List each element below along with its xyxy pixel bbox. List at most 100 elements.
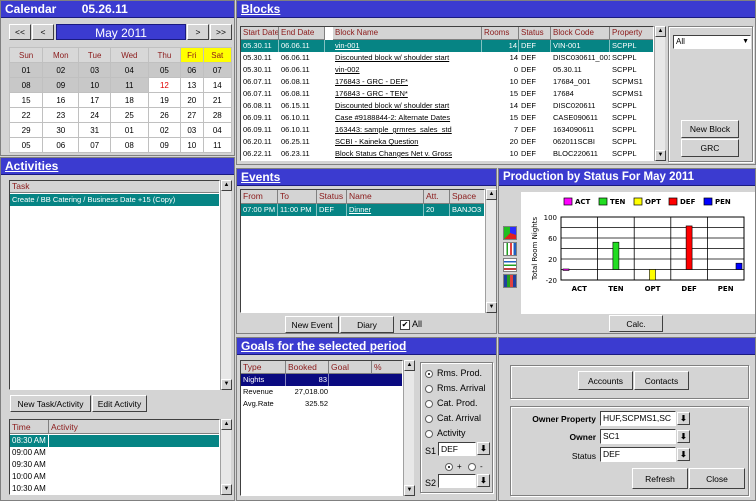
column-header[interactable]: % — [372, 361, 402, 374]
calendar-day[interactable]: 10 — [180, 137, 204, 153]
radio-icon[interactable] — [425, 429, 433, 438]
calendar-day[interactable]: 21 — [202, 92, 233, 108]
close-button[interactable]: Close — [689, 468, 745, 489]
block-row[interactable]: 06.07.11 06.08.11 176843 - GRC - DEF* 10 DEF… — [241, 76, 653, 88]
calendar-day[interactable]: 30 — [42, 122, 80, 138]
schedule-row[interactable]: 09:30 AM — [10, 459, 219, 471]
calendar-next-button[interactable]: > — [187, 24, 209, 40]
column-header[interactable]: Start Date — [241, 27, 279, 40]
radio-icon[interactable] — [425, 384, 433, 393]
calendar-day[interactable]: 20 — [180, 92, 204, 108]
block-row[interactable]: 06.08.11 06.15.11 Discounted block w/ shou… — [241, 100, 653, 112]
calendar-day[interactable]: 28 — [202, 107, 233, 123]
column-header[interactable]: Goal — [329, 361, 372, 374]
scroll-up-icon[interactable]: ▲ — [221, 180, 232, 191]
column-header[interactable]: Status — [519, 27, 551, 40]
goal-option-radio[interactable]: Cat. Arrival — [425, 413, 481, 423]
calendar-day[interactable]: 02 — [42, 62, 80, 78]
block-row[interactable]: 06.09.11 06.10.11 163443: sample_grmres_sa… — [241, 124, 653, 136]
calendar-day[interactable]: 14 — [202, 77, 233, 93]
bar-act[interactable] — [562, 268, 570, 271]
status-dropdown-button[interactable]: ⬇ — [677, 448, 690, 461]
blocks-scrollbar[interactable]: ▲ ▼ — [654, 26, 666, 161]
diary-button[interactable]: Diary — [340, 316, 394, 333]
calendar-day[interactable]: 17 — [78, 92, 111, 108]
goal-row[interactable]: Revenue 27,018.00 — [241, 386, 402, 398]
calendar-day[interactable]: 04 — [109, 62, 149, 78]
pie-chart-icon[interactable] — [503, 226, 517, 240]
calendar-day[interactable]: 12 — [147, 77, 182, 93]
block-row[interactable]: 05.30.11 06.06.11 Discounted block w/ shou… — [241, 52, 653, 64]
calendar-day[interactable]: 16 — [42, 92, 80, 108]
block-row[interactable]: 06.20.11 06.25.11 SCBI - Kaineka Question 2… — [241, 136, 653, 148]
calendar-day[interactable]: 01 — [8, 62, 44, 78]
radio-icon[interactable] — [425, 369, 433, 378]
scroll-up-icon[interactable]: ▲ — [486, 189, 497, 200]
column-header[interactable]: Name — [347, 190, 424, 204]
scroll-down-icon[interactable]: ▼ — [486, 302, 497, 313]
new-event-button[interactable]: New Event — [285, 316, 339, 333]
calendar-day[interactable]: 08 — [109, 137, 149, 153]
new-block-button[interactable]: New Block — [681, 120, 739, 138]
calendar-day[interactable]: 27 — [180, 107, 204, 123]
calendar-day[interactable]: 09 — [42, 77, 80, 93]
calendar-day[interactable]: 11 — [202, 137, 233, 153]
goal-option-radio[interactable]: Activity — [425, 428, 466, 438]
calendar-day[interactable]: 02 — [147, 122, 182, 138]
calendar-day[interactable]: 31 — [78, 122, 111, 138]
column-header[interactable]: Space — [450, 190, 484, 204]
schedule-scrollbar[interactable]: ▲ ▼ — [220, 419, 232, 495]
new-task-activity-button[interactable]: New Task/Activity — [10, 395, 91, 412]
block-row[interactable]: 06.22.11 06.23.11 Block Status Changes Net… — [241, 148, 653, 160]
goal-option-radio[interactable]: Rms. Prod. — [425, 368, 482, 378]
checkbox-checked-icon[interactable]: ✔ — [400, 319, 410, 330]
column-header[interactable]: Block Code — [551, 27, 610, 40]
contacts-button[interactable]: Contacts — [634, 371, 689, 390]
bar-def[interactable] — [685, 225, 693, 270]
owner-field[interactable]: SC1 — [600, 429, 676, 444]
calendar-day[interactable]: 24 — [78, 107, 111, 123]
goals-scrollbar[interactable]: ▲ ▼ — [403, 360, 415, 496]
block-row[interactable]: 05.30.11 06.06.11 vin-002 0 DEF 05.30.11 SCPPL — [241, 64, 653, 76]
events-scrollbar[interactable]: ▲ ▼ — [485, 189, 497, 313]
column-header[interactable]: Type — [241, 361, 286, 374]
calendar-day[interactable]: 22 — [8, 107, 44, 123]
bar-chart-icon[interactable] — [503, 242, 517, 256]
column-header[interactable]: Rooms — [482, 27, 519, 40]
block-row[interactable]: 06.07.11 06.08.11 176843 - GRC - TEN* 15 DEF… — [241, 88, 653, 100]
block-row[interactable]: 06.09.11 06.10.11 Case #9188844-2: Alterna… — [241, 112, 653, 124]
goal-option-radio[interactable]: Cat. Prod. — [425, 398, 478, 408]
scroll-down-icon[interactable]: ▼ — [221, 379, 232, 390]
scroll-up-icon[interactable]: ▲ — [655, 26, 666, 37]
owner-dropdown-button[interactable]: ⬇ — [677, 430, 690, 443]
calendar-day[interactable]: 10 — [78, 77, 111, 93]
s1-dropdown-button[interactable]: ⬇ — [477, 442, 490, 455]
calendar-last-button[interactable]: >> — [210, 24, 232, 40]
event-row[interactable]: 07:00 PM 11:00 PM DEF Dinner 20 BANJO3 — [241, 204, 484, 216]
minus-radio[interactable]: - — [468, 462, 483, 471]
column-header[interactable]: Att. — [424, 190, 450, 204]
calendar-day[interactable]: 13 — [180, 77, 204, 93]
s2-field[interactable] — [438, 474, 476, 488]
radio-icon[interactable] — [425, 399, 433, 408]
column-header[interactable]: Booked — [286, 361, 329, 374]
column-header[interactable]: End Date — [279, 27, 325, 40]
calendar-day[interactable]: 09 — [147, 137, 182, 153]
scroll-up-icon[interactable]: ▲ — [404, 360, 415, 371]
schedule-row[interactable]: 10:00 AM — [10, 471, 219, 483]
owner-property-field[interactable]: HUF,SCPMS1,SC — [600, 411, 676, 426]
calendar-day[interactable]: 07 — [78, 137, 111, 153]
calendar-day[interactable]: 11 — [109, 77, 149, 93]
calendar-day[interactable]: 06 — [42, 137, 80, 153]
radio-icon[interactable] — [425, 414, 433, 423]
column-header[interactable]: To — [278, 190, 317, 204]
column-header[interactable]: Property — [610, 27, 653, 40]
scroll-down-icon[interactable]: ▼ — [221, 484, 232, 495]
calendar-day[interactable]: 25 — [109, 107, 149, 123]
status-field[interactable]: DEF — [600, 447, 676, 462]
calendar-day[interactable]: 06 — [180, 62, 204, 78]
grc-button[interactable]: GRC — [681, 139, 739, 157]
accounts-button[interactable]: Accounts — [578, 371, 633, 390]
calendar-day[interactable]: 05 — [8, 137, 44, 153]
calendar-day[interactable]: 26 — [147, 107, 182, 123]
